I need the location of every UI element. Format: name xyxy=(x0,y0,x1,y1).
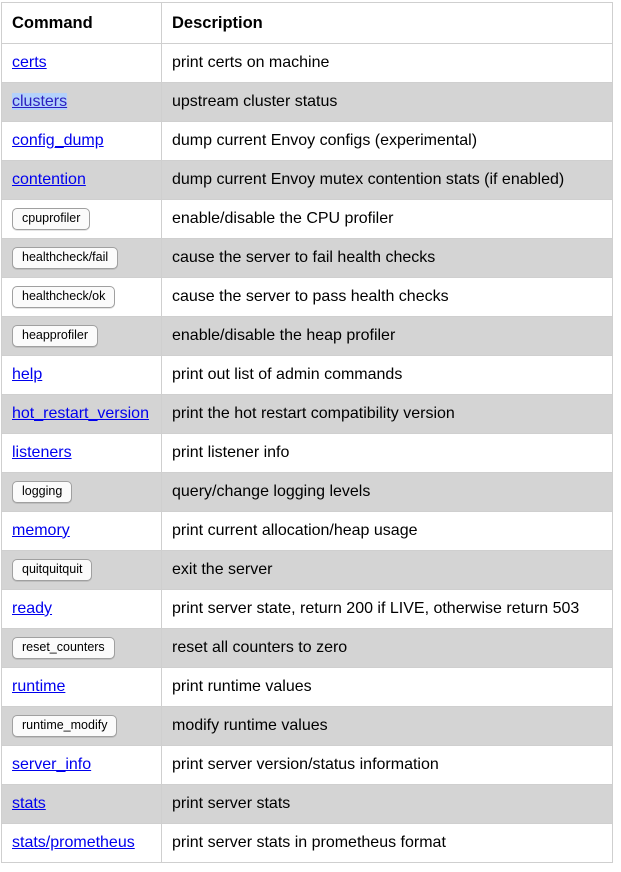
table-row: clusters upstream cluster status xyxy=(1,82,613,122)
description-cell: print server stats xyxy=(161,784,613,824)
command-link-runtime[interactable]: runtime xyxy=(12,678,65,695)
command-cell: help xyxy=(1,355,162,395)
command-button-runtime-modify[interactable]: runtime_modify xyxy=(12,715,118,737)
command-cell: clusters xyxy=(1,82,162,122)
description-cell: print server stats in prometheus format xyxy=(161,823,613,863)
command-link-memory[interactable]: memory xyxy=(12,522,70,539)
table-row: logging query/change logging levels xyxy=(1,472,613,512)
admin-commands-table: Command Description certs print certs on … xyxy=(1,2,613,863)
table-row: healthcheck/ok cause the server to pass h… xyxy=(1,277,613,317)
table-header-row: Command Description xyxy=(1,2,613,44)
command-link-certs[interactable]: certs xyxy=(12,54,47,71)
command-button-logging[interactable]: logging xyxy=(12,481,73,503)
table-row: stats print server stats xyxy=(1,784,613,824)
command-link-hot-restart-version[interactable]: hot_restart_version xyxy=(12,405,149,422)
command-link-config-dump[interactable]: config_dump xyxy=(12,132,104,149)
column-header-description: Description xyxy=(161,2,613,44)
command-link-server-info[interactable]: server_info xyxy=(12,756,91,773)
table-row: config_dump dump current Envoy configs (e… xyxy=(1,121,613,161)
command-cell: logging xyxy=(1,472,162,512)
column-header-command: Command xyxy=(1,2,162,44)
command-button-cpuprofiler[interactable]: cpuprofiler xyxy=(12,208,91,230)
table-row: reset_counters reset all counters to zero xyxy=(1,628,613,668)
table-body: certs print certs on machine clusters upstr… xyxy=(1,43,613,863)
description-cell: print current allocation/heap usage xyxy=(161,511,613,551)
command-link-listeners[interactable]: listeners xyxy=(12,444,72,461)
command-link-contention[interactable]: contention xyxy=(12,171,86,188)
command-button-heapprofiler[interactable]: heapprofiler xyxy=(12,325,99,347)
command-link-stats[interactable]: stats xyxy=(12,795,46,812)
command-link-help[interactable]: help xyxy=(12,366,42,383)
command-cell: runtime_modify xyxy=(1,706,162,746)
command-cell: healthcheck/ok xyxy=(1,277,162,317)
description-cell: print the hot restart compatibility vers… xyxy=(161,394,613,434)
command-cell: runtime xyxy=(1,667,162,707)
table-row: cpuprofiler enable/disable the CPU profil… xyxy=(1,199,613,239)
description-cell: cause the server to pass health checks xyxy=(161,277,613,317)
table-row: runtime print runtime values xyxy=(1,667,613,707)
table-row: contention dump current Envoy mutex conte… xyxy=(1,160,613,200)
command-cell: reset_counters xyxy=(1,628,162,668)
command-cell: cpuprofiler xyxy=(1,199,162,239)
command-cell: contention xyxy=(1,160,162,200)
command-link-stats-prometheus[interactable]: stats/prometheus xyxy=(12,834,135,851)
description-cell: print listener info xyxy=(161,433,613,473)
command-link-clusters[interactable]: clusters xyxy=(12,92,68,110)
description-cell: enable/disable the heap profiler xyxy=(161,316,613,356)
command-cell: server_info xyxy=(1,745,162,785)
command-cell: hot_restart_version xyxy=(1,394,162,434)
command-cell: ready xyxy=(1,589,162,629)
table-header: Command Description xyxy=(1,2,613,44)
command-cell: healthcheck/fail xyxy=(1,238,162,278)
table-row: stats/prometheus print server stats in pr… xyxy=(1,823,613,863)
description-cell: print runtime values xyxy=(161,667,613,707)
description-cell: upstream cluster status xyxy=(161,82,613,122)
description-cell: query/change logging levels xyxy=(161,472,613,512)
description-cell: exit the server xyxy=(161,550,613,590)
command-button-reset-counters[interactable]: reset_counters xyxy=(12,637,115,659)
command-cell: stats xyxy=(1,784,162,824)
table-row: hot_restart_version print the hot restart… xyxy=(1,394,613,434)
description-cell: print server version/status information xyxy=(161,745,613,785)
table-row: ready print server state, return 200 if L… xyxy=(1,589,613,629)
command-cell: quitquitquit xyxy=(1,550,162,590)
table-row: certs print certs on machine xyxy=(1,43,613,83)
table-row: listeners print listener info xyxy=(1,433,613,473)
description-cell: cause the server to fail health checks xyxy=(161,238,613,278)
command-button-healthcheck-ok[interactable]: healthcheck/ok xyxy=(12,286,116,308)
description-cell: print out list of admin commands xyxy=(161,355,613,395)
command-cell: config_dump xyxy=(1,121,162,161)
command-cell: heapprofiler xyxy=(1,316,162,356)
command-cell: listeners xyxy=(1,433,162,473)
description-cell: dump current Envoy configs (experimental… xyxy=(161,121,613,161)
table-row: server_info print server version/status i… xyxy=(1,745,613,785)
command-cell: memory xyxy=(1,511,162,551)
command-button-quitquitquit[interactable]: quitquitquit xyxy=(12,559,93,581)
command-cell: stats/prometheus xyxy=(1,823,162,863)
table-row: quitquitquit exit the server xyxy=(1,550,613,590)
description-cell: print server state, return 200 if LIVE, … xyxy=(161,589,613,629)
command-button-healthcheck-fail[interactable]: healthcheck/fail xyxy=(12,247,119,269)
description-cell: modify runtime values xyxy=(161,706,613,746)
table-row: memory print current allocation/heap usag… xyxy=(1,511,613,551)
table-row: help print out list of admin commands xyxy=(1,355,613,395)
description-cell: print certs on machine xyxy=(161,43,613,83)
description-cell: reset all counters to zero xyxy=(161,628,613,668)
command-cell: certs xyxy=(1,43,162,83)
description-cell: enable/disable the CPU profiler xyxy=(161,199,613,239)
description-cell: dump current Envoy mutex contention stat… xyxy=(161,160,613,200)
table-row: healthcheck/fail cause the server to fail… xyxy=(1,238,613,278)
table-row: heapprofiler enable/disable the heap prof… xyxy=(1,316,613,356)
table-row: runtime_modify modify runtime values xyxy=(1,706,613,746)
command-link-ready[interactable]: ready xyxy=(12,600,52,617)
